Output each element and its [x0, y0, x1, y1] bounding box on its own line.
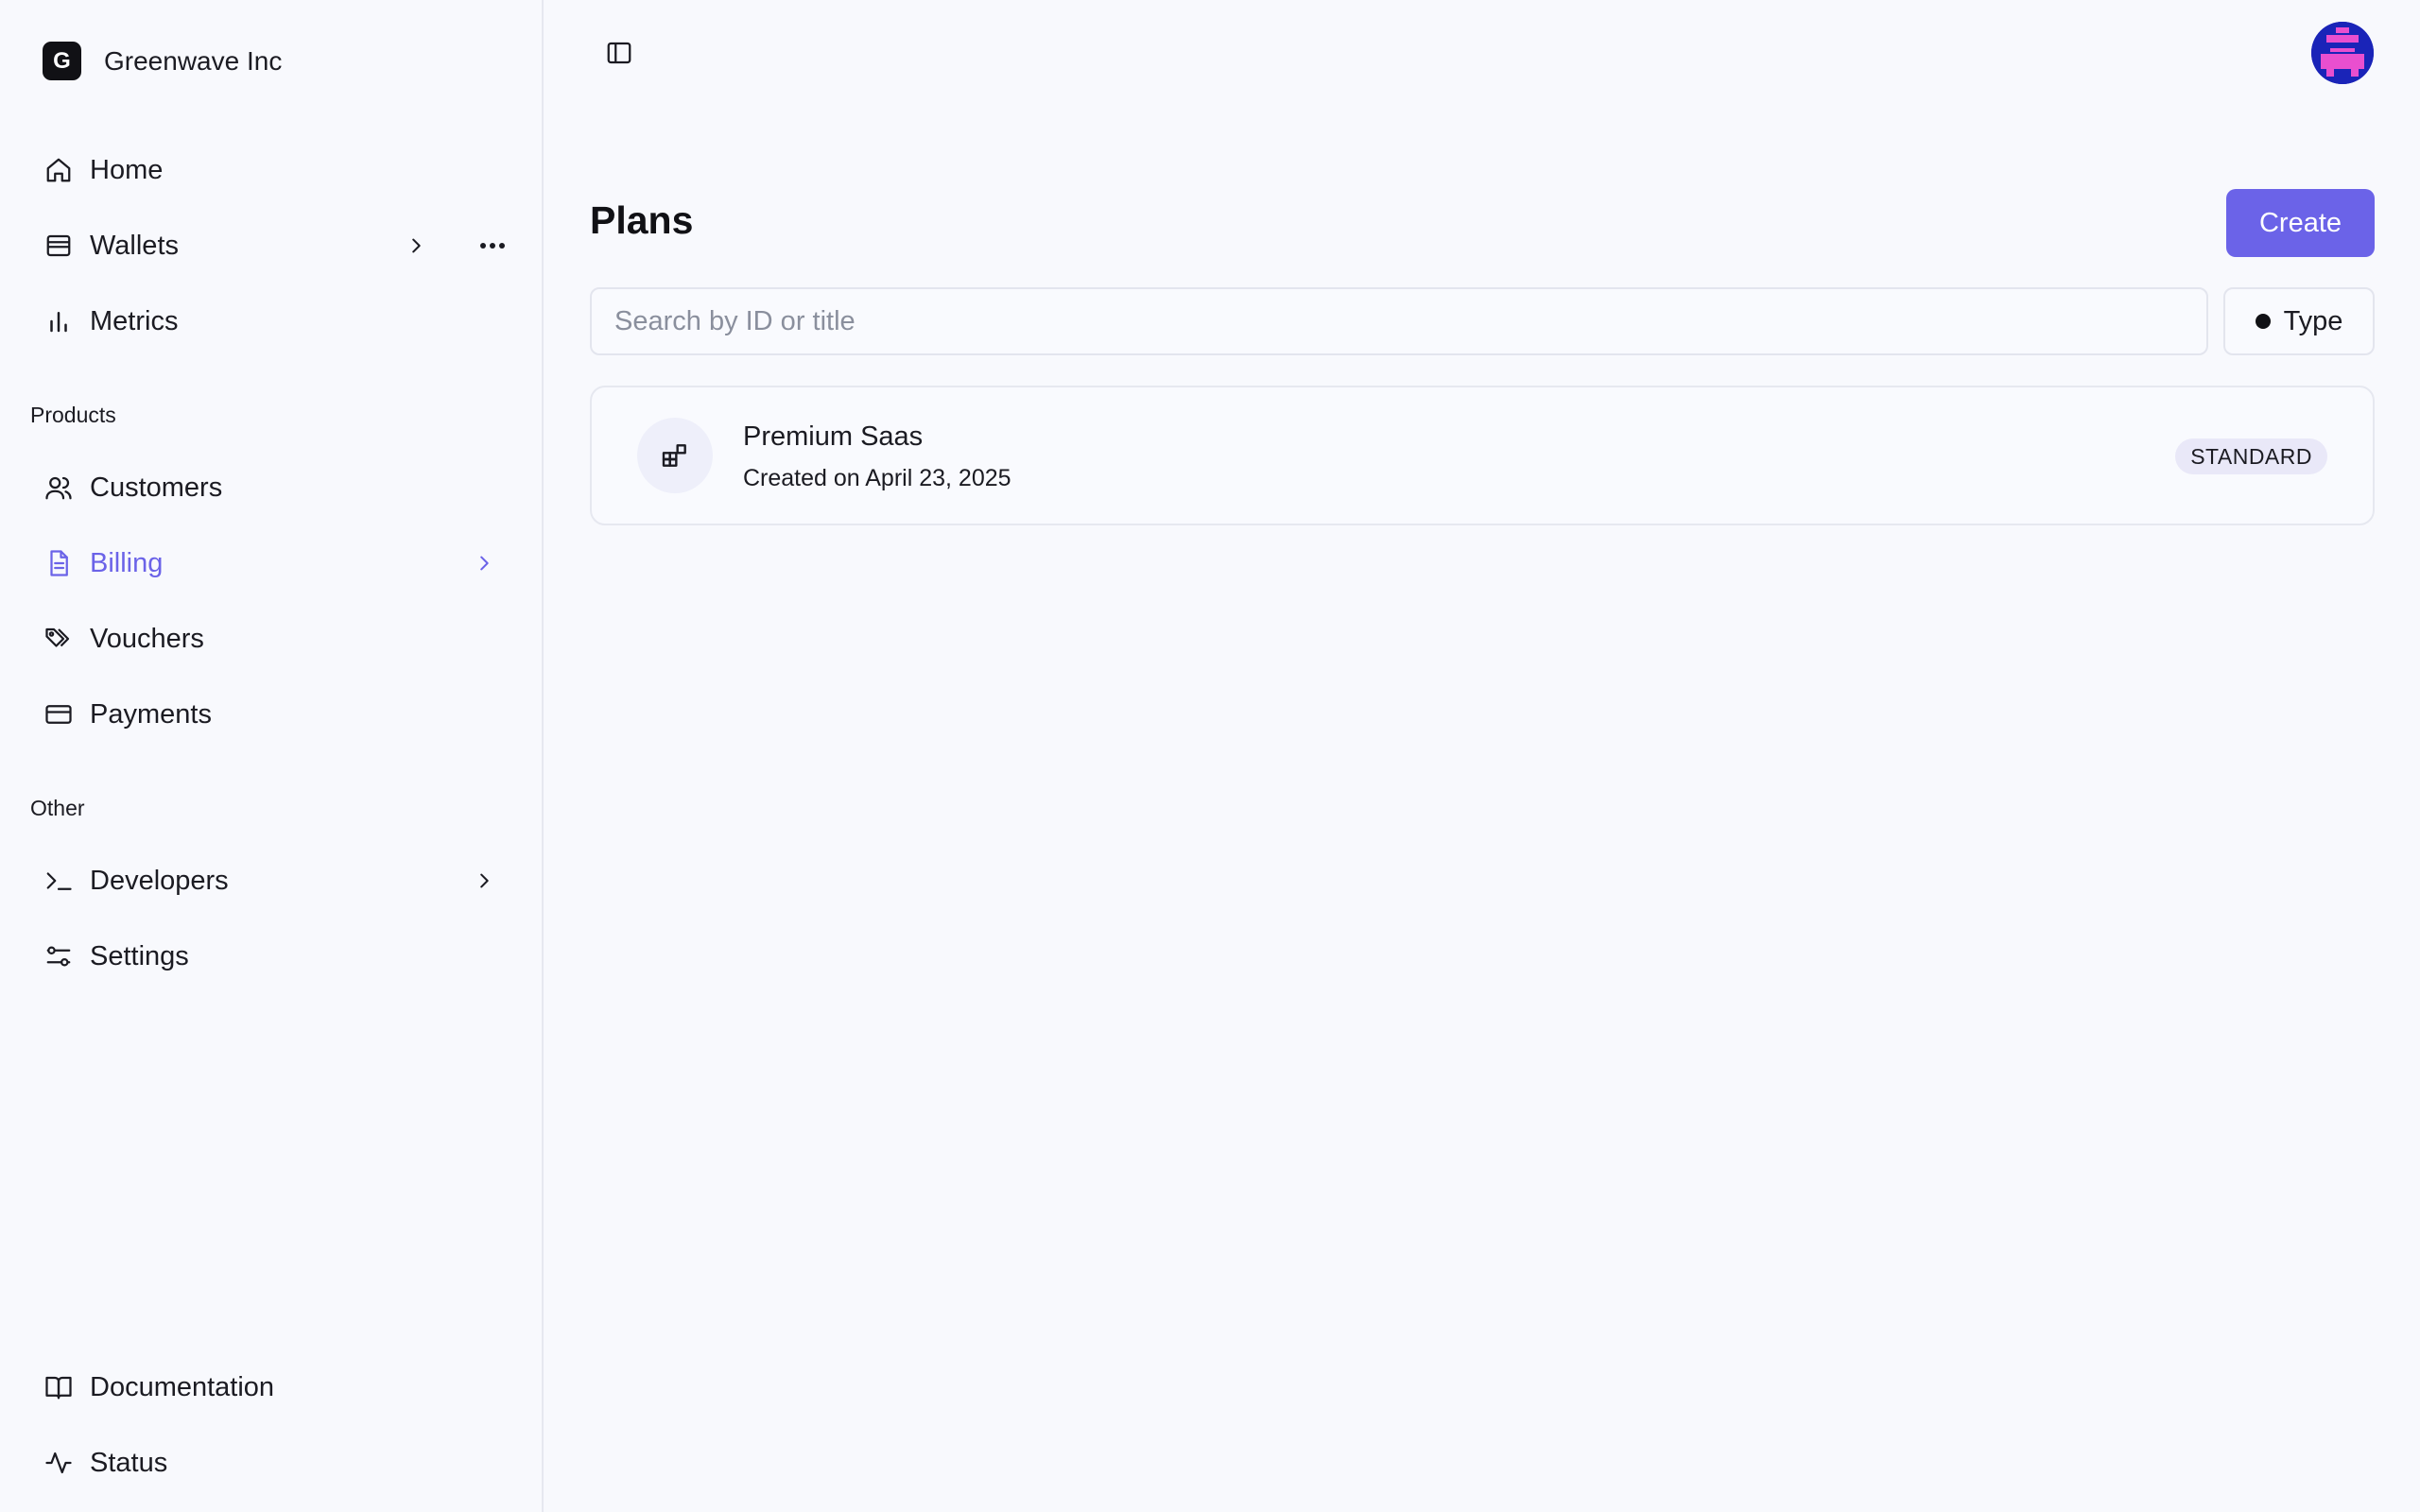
- sidebar-item-metrics[interactable]: Metrics: [43, 295, 515, 348]
- sidebar-item-label: Customers: [90, 472, 223, 503]
- wallet-icon: [43, 230, 75, 262]
- section-label-products: Products: [30, 403, 116, 427]
- credit-card-icon: [43, 698, 75, 730]
- sidebar-item-status[interactable]: Status: [43, 1436, 515, 1489]
- workspace-name: Greenwave Inc: [104, 45, 283, 76]
- sidebar-item-payments[interactable]: Payments: [43, 688, 515, 741]
- sidebar: G Greenwave Inc Home Wallets Metrics Pro…: [0, 0, 544, 1512]
- sidebar-item-home[interactable]: Home: [43, 144, 515, 197]
- sidebar-item-label: Billing: [90, 547, 164, 578]
- users-icon: [43, 472, 75, 504]
- book-icon: [43, 1371, 75, 1403]
- sidebar-item-label: Vouchers: [90, 623, 204, 654]
- home-icon: [43, 154, 75, 186]
- main-content: Plans Create Type Premium Saas Created o…: [544, 0, 2420, 1512]
- chevron-right-icon[interactable]: [402, 232, 430, 260]
- sidebar-item-label: Developers: [90, 865, 229, 896]
- sidebar-item-label: Payments: [90, 698, 212, 730]
- search-input[interactable]: [590, 287, 2208, 355]
- section-label-other: Other: [30, 796, 85, 820]
- sidebar-item-vouchers[interactable]: Vouchers: [43, 612, 515, 665]
- sliders-icon: [43, 940, 75, 972]
- tags-icon: [43, 623, 75, 655]
- chevron-right-icon[interactable]: [470, 867, 498, 895]
- plan-list-item[interactable]: Premium Saas Created on April 23, 2025 S…: [590, 386, 2375, 525]
- sidebar-item-documentation[interactable]: Documentation: [43, 1361, 515, 1414]
- create-button[interactable]: Create: [2226, 189, 2375, 257]
- sidebar-item-wallets[interactable]: Wallets: [43, 219, 515, 272]
- sidebar-item-label: Metrics: [90, 305, 179, 336]
- activity-icon: [43, 1447, 75, 1479]
- more-options-icon[interactable]: [475, 232, 510, 260]
- plan-title: Premium Saas: [743, 421, 924, 452]
- workspace-logo: G: [43, 42, 81, 80]
- bar-chart-icon: [43, 305, 75, 337]
- page-title: Plans: [590, 198, 694, 242]
- filter-dot-icon: [2255, 314, 2271, 329]
- chevron-right-icon[interactable]: [470, 549, 498, 577]
- sidebar-item-developers[interactable]: Developers: [43, 854, 515, 907]
- sidebar-item-customers[interactable]: Customers: [43, 461, 515, 514]
- sidebar-item-label: Home: [90, 154, 164, 185]
- sidebar-item-label: Settings: [90, 940, 189, 971]
- sidebar-toggle-icon[interactable]: [602, 36, 636, 70]
- type-filter-label: Type: [2283, 305, 2343, 336]
- sidebar-item-settings[interactable]: Settings: [43, 930, 515, 983]
- blocks-icon: [637, 418, 713, 493]
- plan-type-badge: STANDARD: [2175, 438, 2327, 474]
- workspace-switcher[interactable]: G Greenwave Inc: [43, 42, 282, 80]
- sidebar-item-label: Status: [90, 1447, 168, 1478]
- document-icon: [43, 547, 75, 579]
- user-avatar[interactable]: [2311, 22, 2374, 84]
- terminal-icon: [43, 865, 75, 897]
- sidebar-item-label: Documentation: [90, 1371, 275, 1402]
- type-filter-button[interactable]: Type: [2223, 287, 2375, 355]
- app-window: G Greenwave Inc Home Wallets Metrics Pro…: [0, 0, 2420, 1512]
- plan-created-date: Created on April 23, 2025: [743, 465, 1011, 491]
- sidebar-item-billing[interactable]: Billing: [43, 537, 515, 590]
- sidebar-item-label: Wallets: [90, 230, 179, 261]
